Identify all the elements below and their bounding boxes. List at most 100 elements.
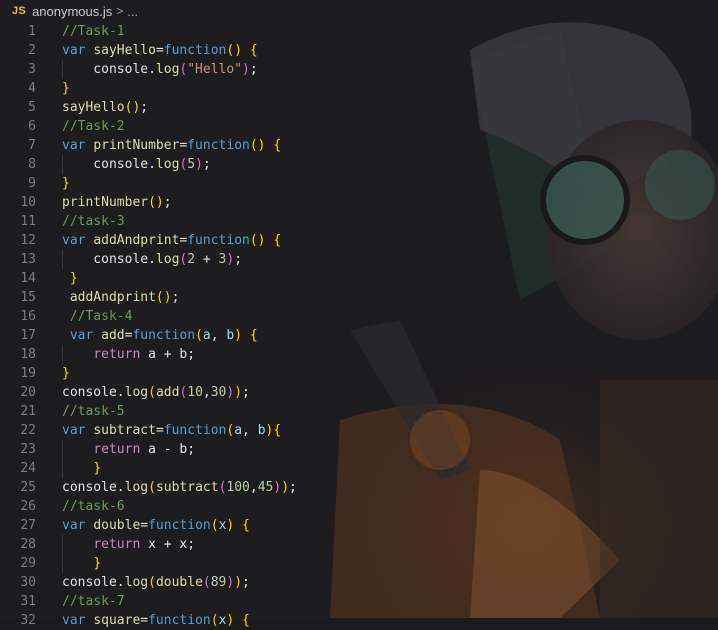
code-line[interactable]: 5 sayHello(); xyxy=(0,98,718,117)
code-text[interactable]: } xyxy=(62,79,70,98)
code-token: log xyxy=(155,157,180,172)
code-line[interactable]: 16 //Task-4 xyxy=(0,307,718,326)
code-text[interactable]: sayHello(); xyxy=(62,98,148,117)
breadcrumb[interactable]: JS anonymous.js > ... xyxy=(0,0,718,22)
code-line[interactable]: 21 //task-5 xyxy=(0,402,718,421)
code-text[interactable]: console.log(double(89)); xyxy=(62,573,250,592)
code-line[interactable]: 8 console.log(5); xyxy=(0,155,718,174)
code-text[interactable]: var double=function(x) { xyxy=(62,516,250,535)
code-text[interactable]: console.log(add(10,30)); xyxy=(62,383,250,402)
code-line[interactable]: 19} xyxy=(0,364,718,383)
code-text[interactable]: var sayHello=function() { xyxy=(62,41,258,60)
code-token: ( xyxy=(148,575,156,590)
code-text[interactable]: var printNumber=function() { xyxy=(62,136,281,155)
code-text[interactable]: printNumber(); xyxy=(62,193,172,212)
line-number: 8 xyxy=(28,157,36,172)
code-text[interactable]: return x + x; xyxy=(62,535,195,554)
code-token: function xyxy=(163,423,227,438)
line-number: 22 xyxy=(20,423,36,438)
code-token: a xyxy=(202,328,211,343)
code-token: , xyxy=(249,480,258,495)
line-number: 6 xyxy=(28,119,36,134)
code-text[interactable]: console.log(5); xyxy=(62,155,210,174)
code-token: log xyxy=(124,480,149,495)
code-token: 100 xyxy=(226,480,250,495)
code-line[interactable]: 14 } xyxy=(0,269,718,288)
code-line[interactable]: 24 } xyxy=(0,459,718,478)
code-text[interactable]: //task-7 xyxy=(62,592,125,611)
code-text[interactable]: var addAndprint=function() { xyxy=(62,231,281,250)
code-line[interactable]: 17 var add=function(a, b) { xyxy=(0,326,718,345)
code-line[interactable]: 23 return a - b; xyxy=(0,440,718,459)
code-token: sayHello xyxy=(93,43,156,58)
code-text[interactable]: addAndprint(); xyxy=(62,288,180,307)
code-editor[interactable]: 1//Task-1 2 var sayHello=function() {3 con… xyxy=(0,22,718,630)
code-token: //task-6 xyxy=(62,499,125,514)
code-text[interactable]: //Task-1 xyxy=(62,22,125,41)
code-token: function xyxy=(148,613,211,628)
code-line[interactable]: 29 } xyxy=(0,554,718,573)
code-line[interactable]: 12 var addAndprint=function() { xyxy=(0,231,718,250)
code-text[interactable]: } xyxy=(62,269,78,288)
code-token: () xyxy=(124,100,141,115)
code-text[interactable]: var add=function(a, b) { xyxy=(62,326,258,345)
code-text[interactable]: console.log(subtract(100,45)); xyxy=(62,478,297,497)
code-line[interactable]: 28 return x + x; xyxy=(0,535,718,554)
code-token: var xyxy=(62,233,86,248)
code-line[interactable]: 26 //task-6 xyxy=(0,497,718,516)
code-text[interactable]: } xyxy=(62,364,70,383)
code-token: console. xyxy=(62,62,156,77)
breadcrumb-file-name[interactable]: anonymous.js xyxy=(32,4,112,19)
code-text[interactable]: var subtract=function(a, b){ xyxy=(62,421,281,440)
code-text[interactable]: //Task-4 xyxy=(62,307,133,326)
code-line[interactable]: 27 var double=function(x) { xyxy=(0,516,718,535)
code-line[interactable]: 10 printNumber(); xyxy=(0,193,718,212)
line-number: 28 xyxy=(20,537,36,552)
code-token: ( xyxy=(210,518,219,533)
breadcrumb-symbols[interactable]: ... xyxy=(127,4,138,19)
code-text[interactable]: } xyxy=(62,459,101,478)
code-line[interactable]: 22 var subtract=function(a, b){ xyxy=(0,421,718,440)
code-token: , xyxy=(242,423,258,438)
code-text[interactable]: } xyxy=(62,554,101,573)
code-text[interactable]: console.log("Hello"); xyxy=(62,60,257,79)
code-token: 2 xyxy=(187,252,196,267)
code-token: //Task-1 xyxy=(62,24,125,39)
code-line[interactable]: 18 return a + b; xyxy=(0,345,718,364)
code-line[interactable]: 20 console.log(add(10,30)); xyxy=(0,383,718,402)
line-number: 3 xyxy=(28,62,36,77)
code-line[interactable]: 2 var sayHello=function() { xyxy=(0,41,718,60)
code-text[interactable]: //task-3 xyxy=(62,212,125,231)
code-line[interactable]: 11 //task-3 xyxy=(0,212,718,231)
code-text[interactable]: console.log(2 + 3); xyxy=(62,250,242,269)
code-text[interactable]: //task-5 xyxy=(62,402,125,421)
code-token: ) xyxy=(234,385,243,400)
code-text[interactable]: //Task-2 xyxy=(62,117,125,136)
line-number: 29 xyxy=(20,556,36,571)
code-line[interactable]: 13 console.log(2 + 3); xyxy=(0,250,718,269)
code-text[interactable]: } xyxy=(62,174,70,193)
code-line[interactable]: 15 addAndprint(); xyxy=(0,288,718,307)
code-token: a - b; xyxy=(140,442,196,457)
code-token: 45 xyxy=(257,480,274,495)
code-text[interactable]: return a + b; xyxy=(62,345,195,364)
code-line[interactable]: 31 //task-7 xyxy=(0,592,718,611)
code-line[interactable]: 32 var square=function(x) { xyxy=(0,611,718,630)
code-line[interactable]: 3 console.log("Hello"); xyxy=(0,60,718,79)
code-token: 10 xyxy=(187,385,203,400)
code-line[interactable]: 7 var printNumber=function() { xyxy=(0,136,718,155)
code-line[interactable]: 6 //Task-2 xyxy=(0,117,718,136)
code-token: console. xyxy=(62,385,125,400)
code-line[interactable]: 4} xyxy=(0,79,718,98)
code-text[interactable]: var square=function(x) { xyxy=(62,611,250,630)
code-line[interactable]: 1 //Task-1 xyxy=(0,22,718,41)
code-token: function xyxy=(148,518,211,533)
code-text[interactable]: return a - b; xyxy=(62,440,195,459)
code-line[interactable]: 9} xyxy=(0,174,718,193)
code-text[interactable]: //task-6 xyxy=(62,497,125,516)
code-line[interactable]: 30 console.log(double(89)); xyxy=(0,573,718,592)
code-token: var xyxy=(62,423,86,438)
code-token: addAndprint xyxy=(69,290,156,305)
code-line[interactable]: 25 console.log(subtract(100,45)); xyxy=(0,478,718,497)
